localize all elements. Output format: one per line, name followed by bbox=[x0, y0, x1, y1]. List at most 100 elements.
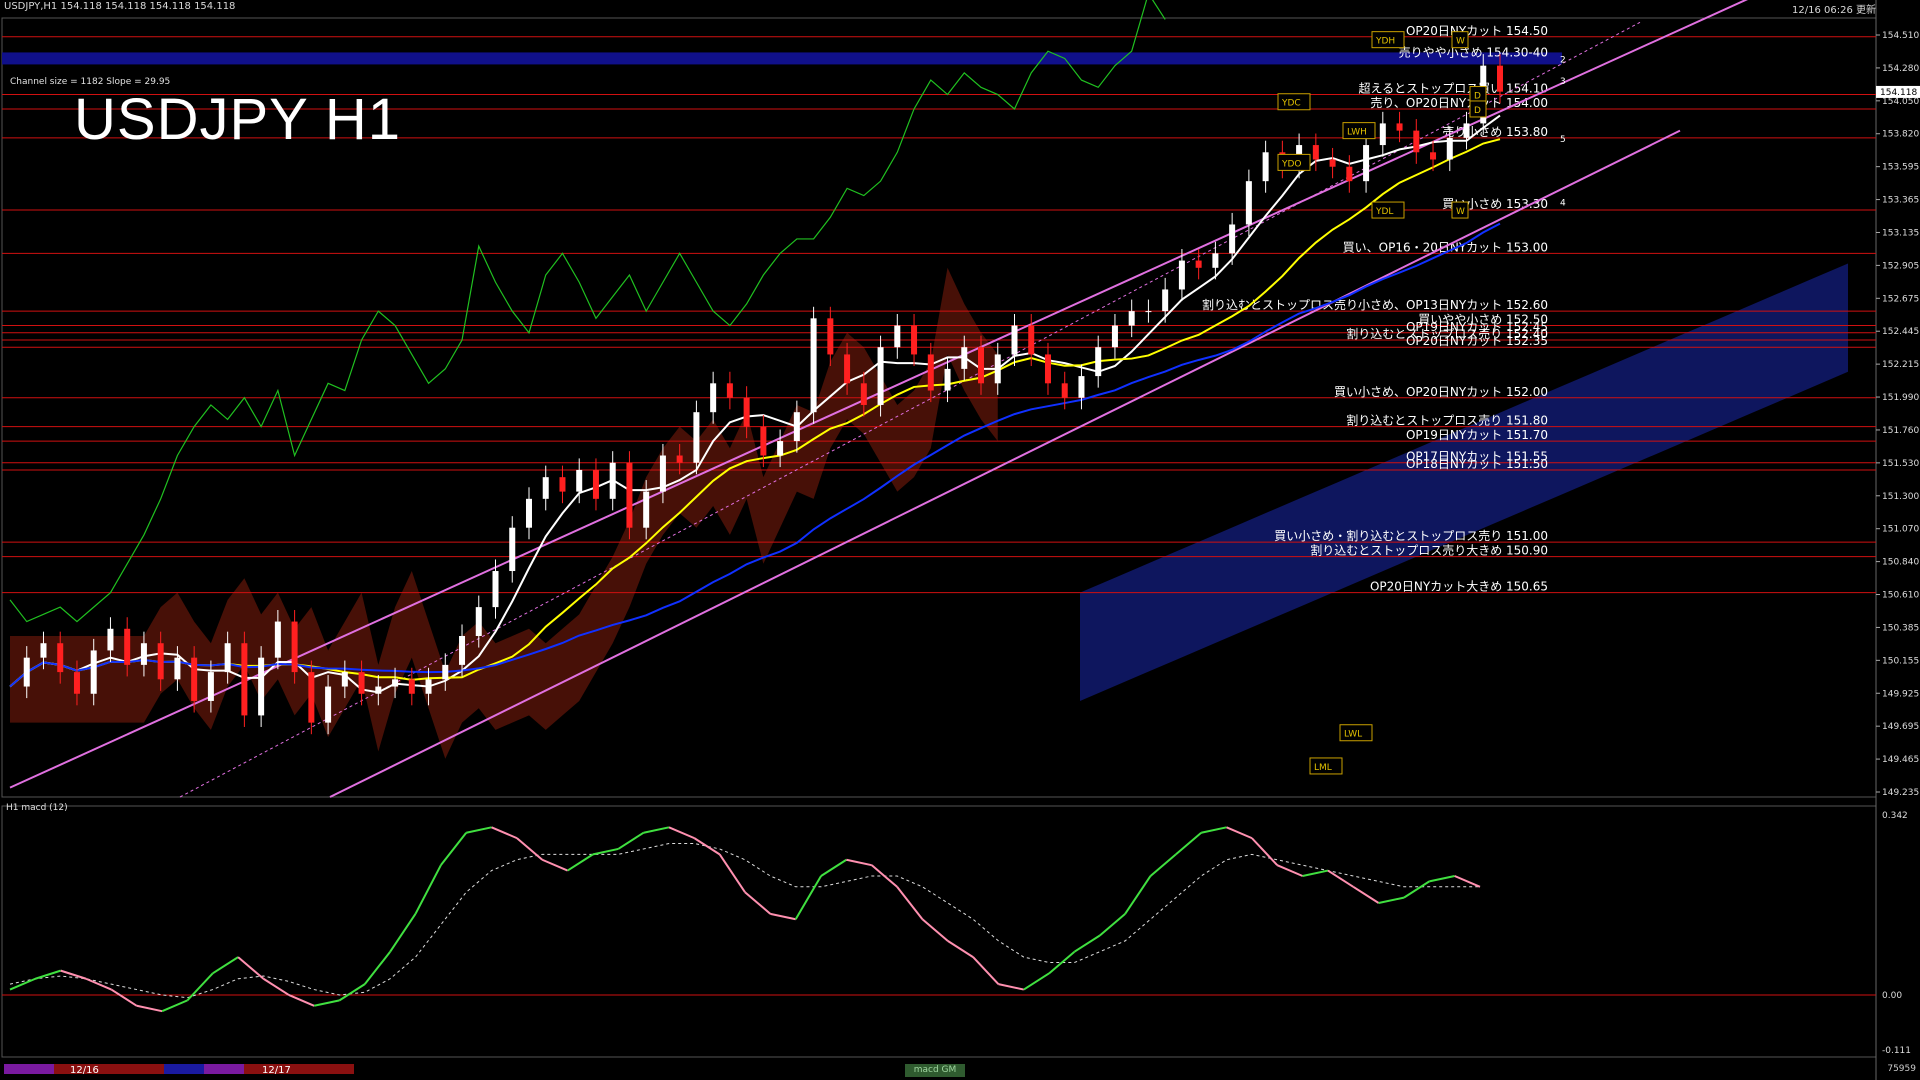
macd-main-segment bbox=[1454, 875, 1481, 888]
candle-body bbox=[927, 354, 934, 391]
candle-body bbox=[592, 469, 599, 499]
candle-body bbox=[693, 412, 700, 463]
macd-main-segment bbox=[262, 977, 290, 996]
candle-body bbox=[894, 325, 901, 348]
level-annotation: 割り込むとストップロス売り大きめ 150.90 bbox=[1310, 543, 1548, 558]
candle-body bbox=[1497, 65, 1503, 92]
candle-body bbox=[1446, 137, 1453, 160]
macd-main-segment bbox=[541, 858, 568, 872]
candle-body bbox=[961, 347, 968, 369]
macd-subwindow-header: H1 macd (12) bbox=[6, 803, 68, 813]
candle-body bbox=[207, 672, 214, 701]
macd-main-segment bbox=[414, 864, 442, 915]
candle-body bbox=[157, 643, 164, 680]
macd-main-segment bbox=[947, 940, 974, 958]
candle-body bbox=[274, 621, 281, 658]
candle-body bbox=[1011, 325, 1018, 355]
price-label: 150.155 bbox=[1882, 656, 1919, 666]
candle-body bbox=[559, 477, 566, 492]
candle-body bbox=[1095, 347, 1102, 377]
level-annotation: 買い小さめ・割り込むとストップロス売り 151.00 bbox=[1274, 528, 1548, 543]
candle-body bbox=[1178, 260, 1185, 290]
price-label: 153.820 bbox=[1882, 130, 1919, 140]
candle-body bbox=[475, 607, 482, 637]
macd-main-segment bbox=[60, 969, 87, 980]
macd-main-segment bbox=[1429, 875, 1455, 883]
macd-main-segment bbox=[516, 837, 543, 861]
ichimoku-cloud-red bbox=[10, 267, 998, 759]
level-annotation: 買い小さめ、OP20日NYカット 152.00 bbox=[1334, 385, 1548, 399]
price-label: 154.280 bbox=[1882, 64, 1919, 74]
price-label: 151.760 bbox=[1882, 426, 1919, 436]
macd-main-segment bbox=[389, 913, 417, 953]
level-marker-label: YDO bbox=[1281, 159, 1302, 169]
candle-body bbox=[525, 498, 532, 528]
candle-body bbox=[325, 686, 332, 723]
price-label: 150.840 bbox=[1882, 558, 1919, 568]
candle-body bbox=[341, 672, 348, 687]
macd-main-segment bbox=[136, 1004, 163, 1013]
macd-main-segment bbox=[85, 977, 112, 991]
macd-main-segment bbox=[1149, 853, 1177, 877]
level-annotation: 超えるとストップロス買い 154.10 bbox=[1359, 81, 1548, 96]
candle-body bbox=[1078, 376, 1085, 398]
macd-main-segment bbox=[110, 988, 138, 1007]
macd-main-segment bbox=[1073, 934, 1101, 953]
candle-body bbox=[659, 455, 666, 492]
price-label: 154.050 bbox=[1882, 97, 1919, 107]
symbol-info: USDJPY,H1 154.118 154.118 154.118 154.11… bbox=[4, 1, 236, 12]
candle-body bbox=[1061, 383, 1068, 398]
candle-body bbox=[726, 383, 733, 398]
candle-body bbox=[1363, 145, 1370, 182]
candle-body bbox=[1262, 152, 1269, 182]
candle-body bbox=[174, 657, 181, 680]
candle-body bbox=[994, 354, 1001, 384]
macd-main-segment bbox=[972, 956, 1000, 985]
macd-main-segment bbox=[744, 891, 771, 915]
macd-axis-label: 0.342 bbox=[1882, 811, 1908, 821]
level-marker-label: D bbox=[1474, 106, 1481, 116]
macd-main-segment bbox=[1200, 826, 1227, 834]
candle-body bbox=[140, 643, 147, 665]
price-label: 152.215 bbox=[1882, 360, 1919, 370]
candle-body bbox=[626, 462, 633, 528]
macd-main-segment bbox=[161, 999, 188, 1013]
price-label: 152.675 bbox=[1882, 294, 1919, 304]
candle-body bbox=[258, 657, 265, 716]
candle-body bbox=[1111, 325, 1118, 348]
macd-main-segment bbox=[440, 832, 467, 866]
macd-main-segment bbox=[1251, 837, 1278, 866]
candle-body bbox=[509, 527, 516, 572]
candle-body bbox=[793, 412, 800, 442]
time-strip-segment bbox=[204, 1064, 244, 1074]
candle-body bbox=[827, 318, 834, 355]
candle-body bbox=[425, 679, 432, 694]
candle-body bbox=[23, 657, 30, 687]
price-label: 149.235 bbox=[1882, 788, 1919, 798]
candle-body bbox=[308, 672, 315, 723]
macd-main-segment bbox=[491, 826, 518, 840]
candle-body bbox=[542, 477, 549, 499]
candle-body bbox=[90, 650, 97, 694]
macd-main-segment bbox=[288, 994, 315, 1007]
candle-body bbox=[392, 679, 399, 687]
candle-body bbox=[57, 643, 64, 673]
candle-body bbox=[643, 491, 650, 528]
macd-button[interactable]: macd GM bbox=[905, 1064, 965, 1077]
macd-main-segment bbox=[237, 956, 265, 980]
level-annotation: OP19日NYカット 151.70 bbox=[1406, 428, 1548, 442]
candle-body bbox=[291, 621, 298, 673]
chart-canvas[interactable]: 154.510 154.280 154.050 153.820 153.595 153.3… bbox=[0, 0, 1920, 1080]
corner-value: 75959 bbox=[1887, 1064, 1916, 1074]
level-marker-label: 4 bbox=[1560, 198, 1566, 208]
candle-body bbox=[1430, 152, 1437, 160]
price-label: 151.990 bbox=[1882, 393, 1919, 403]
macd-main-segment bbox=[871, 864, 898, 888]
candle-body bbox=[1044, 354, 1051, 384]
level-marker-label: LML bbox=[1314, 763, 1332, 773]
candle-body bbox=[978, 347, 985, 384]
candle-body bbox=[1346, 166, 1353, 182]
price-label: 154.510 bbox=[1882, 31, 1919, 41]
candle-body bbox=[1212, 253, 1219, 268]
macd-main-segment bbox=[820, 858, 847, 877]
